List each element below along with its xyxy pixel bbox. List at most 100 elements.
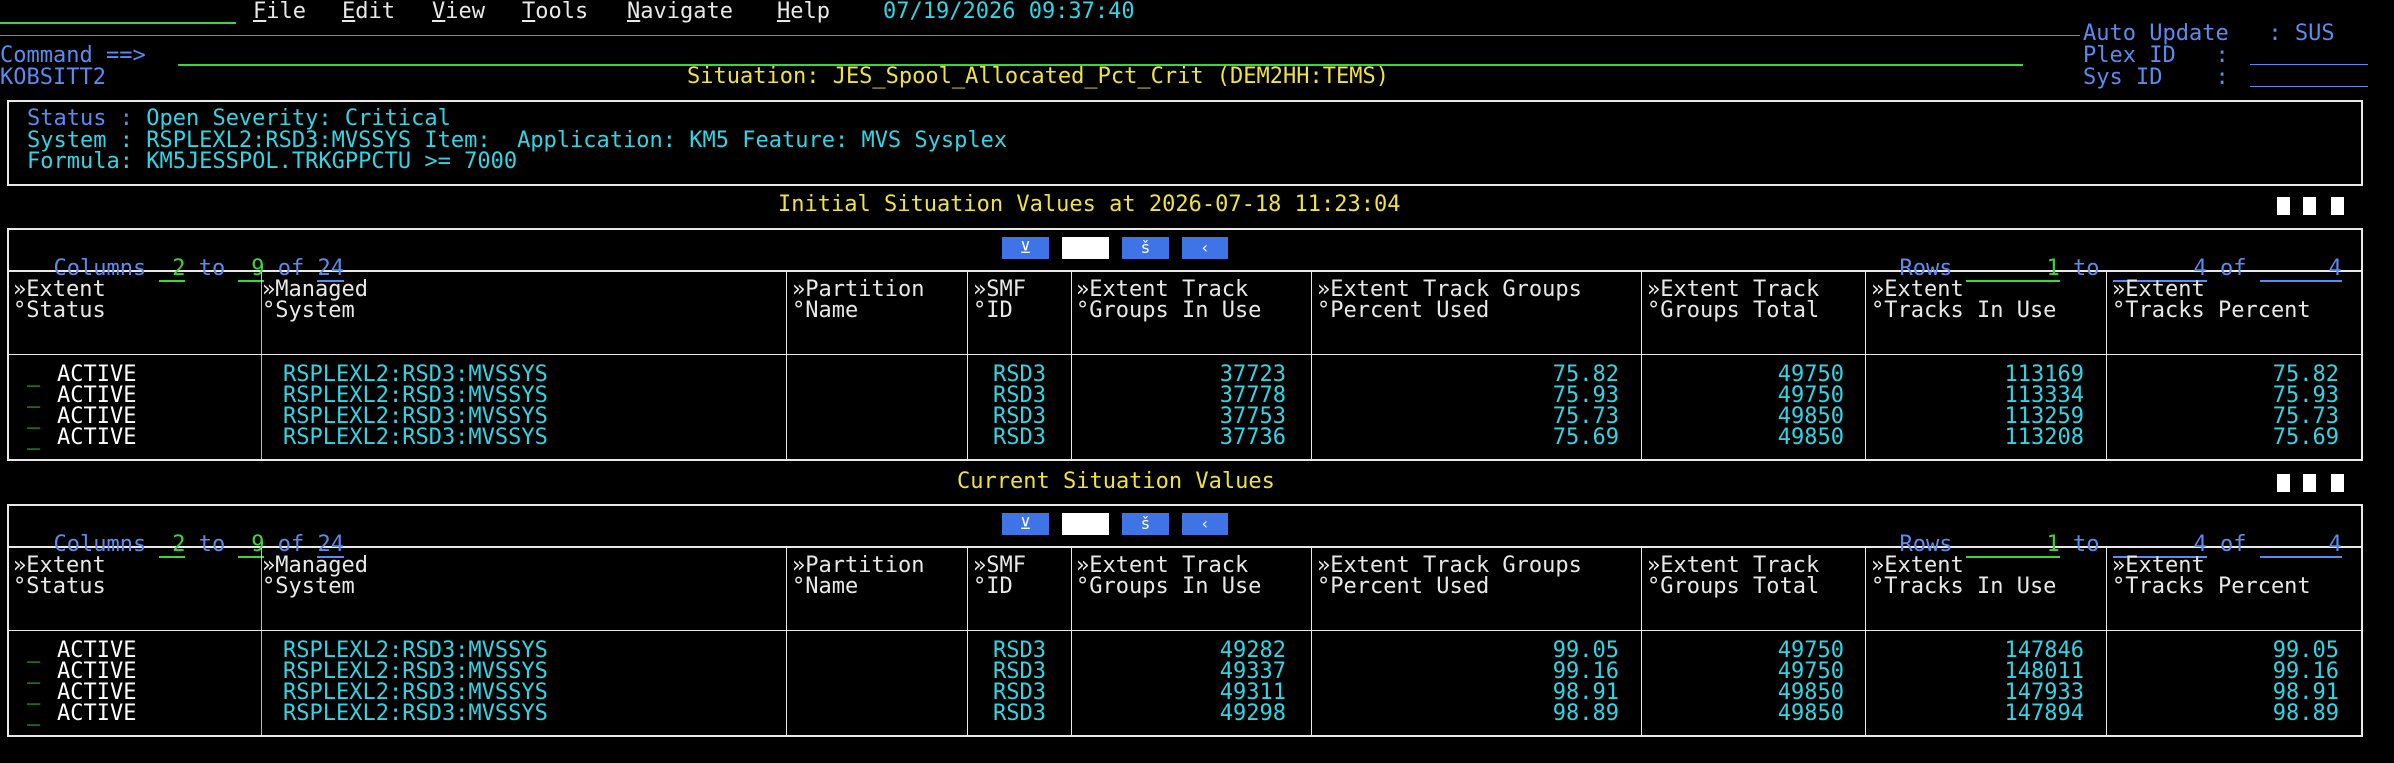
total-cell: 49850 <box>1777 680 1844 705</box>
row-select-field[interactable]: _ <box>27 640 40 662</box>
trk-pct-cell: 75.93 <box>2272 383 2339 408</box>
initial-title: Initial Situation Values at 2026-07-18 1… <box>778 192 1401 217</box>
col-header-tracks-in-use[interactable]: »Extent °Tracks In Use <box>1871 555 2056 598</box>
extent-status-cell: ACTIVE <box>57 425 137 450</box>
scroll-page-icon[interactable] <box>1062 237 1109 259</box>
row-select-field[interactable]: _ <box>27 364 40 386</box>
trk-pct-cell: 75.73 <box>2272 404 2339 429</box>
plex-id-label: Plex ID : <box>2083 43 2229 68</box>
col-header-managed-system[interactable]: »Managed °System <box>262 279 368 322</box>
sys-id-field[interactable] <box>2250 86 2368 87</box>
pct-cell: 75.82 <box>1552 362 1619 387</box>
scroll-bottom-icon[interactable]: š <box>1122 513 1169 535</box>
current-title: Current Situation Values <box>957 469 1275 494</box>
pct-cell: 75.73 <box>1552 404 1619 429</box>
window-icon[interactable] <box>2277 474 2290 492</box>
extent-status-cell: ACTIVE <box>57 362 137 387</box>
in-use-cell: 49337 <box>1219 659 1286 684</box>
total-cell: 49850 <box>1777 425 1844 450</box>
row-select-field[interactable]: _ <box>27 661 40 683</box>
menu-navigate[interactable]: Navigate <box>627 1 733 23</box>
in-use-cell: 49298 <box>1219 701 1286 726</box>
menu-edit[interactable]: Edit <box>342 1 395 23</box>
row-select-field[interactable]: _ <box>27 427 40 449</box>
pct-cell: 99.16 <box>1552 659 1619 684</box>
col-header-tracks-percent[interactable]: »Extent °Tracks Percent <box>2112 555 2311 598</box>
top-left-rule <box>0 22 236 24</box>
sys-id-label: Sys ID : <box>2083 65 2229 90</box>
col-from-field[interactable]: 2 <box>159 534 186 558</box>
menu-view[interactable]: View <box>432 1 485 23</box>
col-header-groups-total[interactable]: »Extent Track °Groups Total <box>1647 555 1819 598</box>
extent-status-cell: ACTIVE <box>57 680 137 705</box>
system-cell[interactable]: RSPLEXL2:RSD3:MVSSYS <box>283 364 763 386</box>
pct-cell: 99.05 <box>1552 638 1619 663</box>
window-icon[interactable] <box>2277 197 2290 215</box>
scroll-page-icon[interactable] <box>1062 513 1109 535</box>
trk-in-use-cell: 113259 <box>2004 404 2084 429</box>
scroll-bottom-icon[interactable]: š <box>1122 237 1169 259</box>
window-icon[interactable] <box>2303 474 2316 492</box>
row-select-field[interactable]: _ <box>27 406 40 428</box>
menu-file[interactable]: File <box>253 1 306 23</box>
trk-pct-cell: 98.89 <box>2272 701 2339 726</box>
system-cell[interactable]: RSPLEXL2:RSD3:MVSSYS <box>283 703 763 725</box>
col-header-groups-in-use[interactable]: »Extent Track °Groups In Use <box>1076 279 1261 322</box>
in-use-cell: 49282 <box>1219 638 1286 663</box>
system-cell[interactable]: RSPLEXL2:RSD3:MVSSYS <box>283 406 763 428</box>
row-select-field[interactable]: _ <box>27 682 40 704</box>
header-divider <box>7 630 2363 631</box>
scroll-chips: ⊻ š ‹ <box>1002 237 1228 259</box>
plex-id-field[interactable] <box>2250 64 2368 65</box>
trk-in-use-cell: 113334 <box>2004 383 2084 408</box>
system-cell[interactable]: RSPLEXL2:RSD3:MVSSYS <box>283 661 763 683</box>
col-header-smf-id[interactable]: »SMF °ID <box>973 279 1026 322</box>
extent-status-cell: ACTIVE <box>57 404 137 429</box>
system-cell[interactable]: RSPLEXL2:RSD3:MVSSYS <box>283 682 763 704</box>
window-icon[interactable] <box>2331 474 2344 492</box>
col-header-extent-status[interactable]: »Extent °Status <box>13 555 106 598</box>
col-header-tracks-in-use[interactable]: »Extent °Tracks In Use <box>1871 279 2056 322</box>
smf-cell: RSD3 <box>993 425 1046 450</box>
col-header-partition-name[interactable]: »Partition °Name <box>792 555 924 598</box>
col-header-percent-used[interactable]: »Extent Track Groups °Percent Used <box>1317 555 1582 598</box>
window-icon[interactable] <box>2331 197 2344 215</box>
row-select-field[interactable]: _ <box>27 703 40 725</box>
menu-help[interactable]: Help <box>777 1 830 23</box>
col-header-groups-in-use[interactable]: »Extent Track °Groups In Use <box>1076 555 1261 598</box>
scroll-left-icon[interactable]: ‹ <box>1182 513 1228 535</box>
trk-pct-cell: 75.82 <box>2272 362 2339 387</box>
menu-tools[interactable]: Tools <box>522 1 588 23</box>
scroll-left-icon[interactable]: ‹ <box>1182 237 1228 259</box>
window-icon[interactable] <box>2303 197 2316 215</box>
in-use-cell: 49311 <box>1219 680 1286 705</box>
system-cell[interactable]: RSPLEXL2:RSD3:MVSSYS <box>283 385 763 407</box>
pct-cell: 98.89 <box>1552 701 1619 726</box>
trk-in-use-cell: 148011 <box>2004 659 2084 684</box>
col-header-tracks-percent[interactable]: »Extent °Tracks Percent <box>2112 279 2311 322</box>
formula-line: Formula: KM5JESSPOL.TRKGPPCTU >= 7000 <box>27 149 518 174</box>
rows-nav: Rows 1 to 4 of 4 <box>1899 256 2342 282</box>
system-cell[interactable]: RSPLEXL2:RSD3:MVSSYS <box>283 427 763 449</box>
extent-status-cell: ACTIVE <box>57 701 137 726</box>
col-header-smf-id[interactable]: »SMF °ID <box>973 555 1026 598</box>
col-header-extent-status[interactable]: »Extent °Status <box>13 279 106 322</box>
col-header-partition-name[interactable]: »Partition °Name <box>792 279 924 322</box>
col-header-groups-total[interactable]: »Extent Track °Groups Total <box>1647 279 1819 322</box>
trk-in-use-cell: 113169 <box>2004 362 2084 387</box>
command-label: Command ==> <box>0 43 146 68</box>
columns-nav: Columns 2 to 9 of 24 <box>53 256 344 282</box>
pct-cell: 98.91 <box>1552 680 1619 705</box>
scroll-top-icon[interactable]: ⊻ <box>1002 513 1049 535</box>
row-select-field[interactable]: _ <box>27 385 40 407</box>
menu-datetime: 07/19/2026 09:37:40 <box>883 0 1135 24</box>
menu-rule <box>0 35 2080 36</box>
col-from-field[interactable]: 2 <box>159 258 186 282</box>
trk-in-use-cell: 147894 <box>2004 701 2084 726</box>
pct-cell: 75.93 <box>1552 383 1619 408</box>
scroll-top-icon[interactable]: ⊻ <box>1002 237 1049 259</box>
col-header-managed-system[interactable]: »Managed °System <box>262 555 368 598</box>
system-cell[interactable]: RSPLEXL2:RSD3:MVSSYS <box>283 640 763 662</box>
smf-cell: RSD3 <box>993 659 1046 684</box>
col-header-percent-used[interactable]: »Extent Track Groups °Percent Used <box>1317 279 1582 322</box>
